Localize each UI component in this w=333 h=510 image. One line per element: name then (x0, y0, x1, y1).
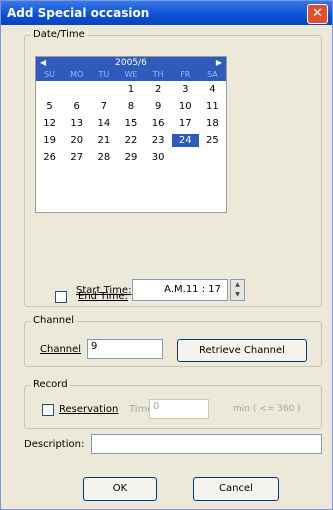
datetime-group-label: Date/Time (31, 29, 87, 40)
weekday-label: SU (44, 70, 56, 79)
weekday-label: SA (207, 70, 218, 79)
dialog-title: Add Special occasion (7, 6, 150, 20)
reservation-label: Reservation (59, 404, 119, 415)
calendar-day[interactable]: 10 (172, 100, 199, 113)
calendar-day[interactable]: 11 (199, 100, 226, 113)
weekday-header: SU MO TU WE TH FR SA (36, 69, 226, 81)
calendar-day[interactable]: 1 (117, 83, 144, 96)
close-icon[interactable]: ✕ (307, 4, 328, 24)
calendar-day[interactable]: 18 (199, 117, 226, 130)
start-time-input[interactable]: A.M.11 : 17 (132, 279, 228, 301)
calendar-day[interactable]: 19 (36, 134, 63, 147)
calendar-day[interactable]: 20 (63, 134, 90, 147)
calendar-day[interactable]: 23 (145, 134, 172, 147)
weekday-label: TU (98, 70, 110, 79)
calendar-day[interactable]: 17 (172, 117, 199, 130)
calendar-day[interactable]: 27 (63, 151, 90, 164)
calendar-day[interactable]: 13 (63, 117, 90, 130)
calendar-empty-cell (172, 151, 199, 164)
weekday-label: TH (152, 70, 164, 79)
calendar-day[interactable]: 5 (36, 100, 63, 113)
calendar-day[interactable]: 21 (90, 134, 117, 147)
calendar-empty-cell (90, 83, 117, 96)
calendar-day[interactable]: 16 (145, 117, 172, 130)
calendar-day[interactable]: 22 (117, 134, 144, 147)
calendar-day[interactable]: 24 (171, 134, 199, 147)
record-time-input[interactable]: 0 (149, 399, 209, 419)
spin-down-icon[interactable]: ▼ (231, 290, 244, 300)
start-time-spinner[interactable]: ▲ ▼ (230, 279, 245, 301)
spin-up-icon[interactable]: ▲ (231, 280, 244, 290)
next-month-icon[interactable]: ▶ (216, 57, 222, 69)
calendar-empty-cell (63, 83, 90, 96)
end-time-label: End Time: (78, 291, 129, 302)
month-calendar[interactable]: ◀ 2005/6 ▶ SU MO TU WE TH FR SA 1 2 3 4 5 6 7 8 9 10 11 1… (35, 56, 227, 213)
calendar-empty-cell (36, 83, 63, 96)
weekday-label: WE (124, 70, 138, 79)
calendar-day[interactable]: 3 (172, 83, 199, 96)
title-bar[interactable]: Add Special occasion ✕ (1, 1, 332, 25)
record-group-label: Record (31, 379, 70, 390)
calendar-day[interactable]: 29 (117, 151, 144, 164)
calendar-day[interactable]: 30 (145, 151, 172, 164)
calendar-day[interactable]: 12 (36, 117, 63, 130)
description-label: Description: (24, 439, 85, 450)
calendar-day[interactable]: 7 (90, 100, 117, 113)
calendar-day[interactable]: 26 (36, 151, 63, 164)
calendar-month-label: 2005/6 (115, 58, 147, 68)
weekday-label: FR (180, 70, 191, 79)
cancel-button[interactable]: Cancel (193, 477, 279, 501)
calendar-day[interactable]: 9 (145, 100, 172, 113)
retrieve-channel-button[interactable]: Retrieve Channel (177, 339, 307, 362)
calendar-header: ◀ 2005/6 ▶ (36, 57, 226, 69)
ok-button[interactable]: OK (83, 477, 157, 501)
calendar-day[interactable]: 25 (199, 134, 226, 147)
channel-group-label: Channel (31, 315, 77, 326)
end-time-checkbox[interactable] (55, 291, 67, 303)
channel-input[interactable]: 9 (87, 339, 163, 359)
calendar-day[interactable]: 15 (117, 117, 144, 130)
calendar-days: 1 2 3 4 5 6 7 8 9 10 11 12 13 14 15 16 17 18 19 20 21 22 23 24 2… (36, 83, 226, 164)
calendar-day[interactable]: 8 (117, 100, 144, 113)
channel-label: Channel (40, 344, 82, 355)
record-time-hint: min ( <= 360 ) (233, 404, 301, 414)
calendar-day[interactable]: 2 (145, 83, 172, 96)
reservation-checkbox[interactable] (42, 404, 54, 416)
calendar-day[interactable]: 28 (90, 151, 117, 164)
calendar-day[interactable]: 6 (63, 100, 90, 113)
description-input[interactable] (91, 434, 322, 454)
weekday-label: MO (70, 70, 84, 79)
calendar-empty-cell (199, 151, 226, 164)
calendar-day[interactable]: 14 (90, 117, 117, 130)
dialog-window: Add Special occasion ✕ Date/Time ◀ 2005/… (0, 0, 333, 510)
calendar-day[interactable]: 4 (199, 83, 226, 96)
